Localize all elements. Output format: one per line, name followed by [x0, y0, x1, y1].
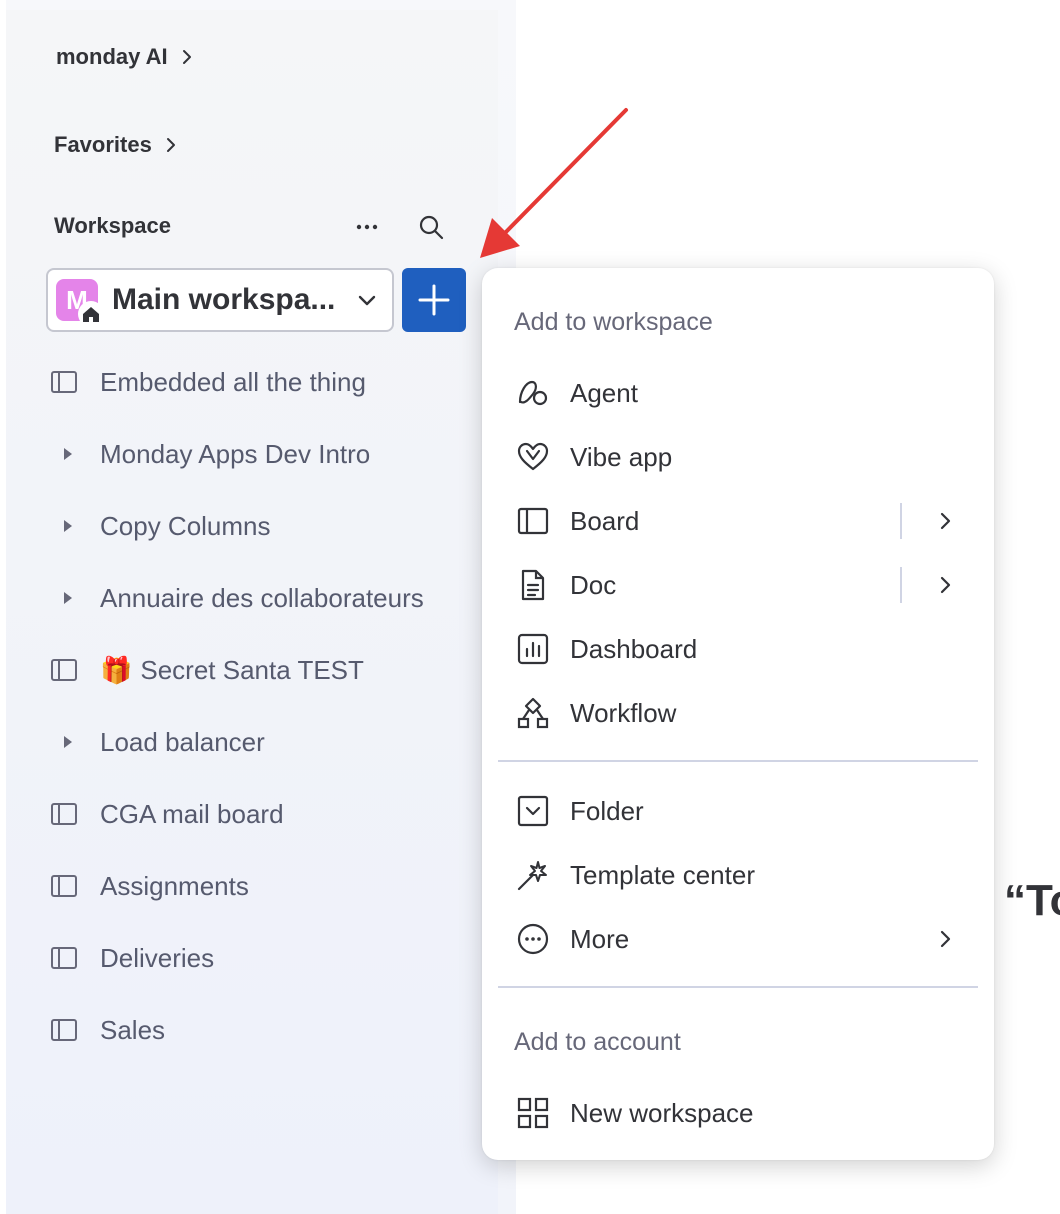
list-item[interactable]: Copy Columns [50, 490, 490, 562]
list-item-label: Monday Apps Dev Intro [100, 438, 371, 469]
add-to-workspace-menu: Add to workspace Agent Vibe app Board Do… [482, 268, 994, 1160]
chevron-right-icon[interactable] [930, 924, 960, 954]
gift-emoji: 🎁 [100, 654, 133, 685]
menu-item-label: New workspace [570, 1097, 754, 1128]
list-item-label: Annuaire des collaborateurs [100, 582, 424, 613]
workspace-actions [350, 210, 448, 244]
caret-right-icon[interactable] [50, 506, 100, 546]
menu-section-add-to-workspace: Add to workspace [514, 308, 713, 336]
home-icon [78, 301, 104, 327]
monday-ai-nav[interactable]: monday AI [56, 44, 196, 70]
list-item[interactable]: Embedded all the thing [50, 346, 490, 418]
chevron-right-icon[interactable] [930, 506, 960, 536]
menu-item-separator [900, 503, 902, 539]
list-item[interactable]: Sales [50, 994, 490, 1066]
menu-item-vibe-app[interactable]: Vibe app [502, 429, 974, 485]
background-heading-fragment: “To [1004, 876, 1060, 925]
chevron-right-icon[interactable] [930, 570, 960, 600]
more-options-icon[interactable] [350, 210, 384, 244]
list-item-label: Sales [100, 1014, 166, 1045]
workspace-item-list: Embedded all the thing Monday Apps Dev I… [50, 346, 490, 1066]
workflow-icon [516, 693, 556, 733]
caret-right-icon[interactable] [50, 722, 100, 762]
chevron-right-icon [182, 50, 191, 64]
menu-item-board[interactable]: Board [502, 493, 974, 549]
list-item-label: CGA mail board [100, 798, 284, 829]
list-item[interactable]: 🎁 Secret Santa TEST [50, 634, 490, 706]
workspace-avatar: M [56, 279, 104, 327]
folder-icon [516, 791, 556, 831]
menu-item-agent[interactable]: Agent [502, 365, 974, 421]
doc-icon [516, 565, 556, 605]
list-item[interactable]: Monday Apps Dev Intro [50, 418, 490, 490]
menu-section-add-to-account: Add to account [514, 1028, 681, 1056]
menu-item-label: Template center [570, 859, 755, 890]
menu-item-label: Vibe app [570, 441, 673, 472]
menu-divider [498, 760, 978, 762]
menu-item-label: Board [570, 505, 640, 536]
board-icon [50, 650, 100, 690]
agent-icon [516, 373, 556, 413]
board-icon [516, 501, 556, 541]
menu-item-workflow[interactable]: Workflow [502, 685, 974, 741]
chevron-right-icon [166, 138, 175, 152]
list-item[interactable]: Assignments [50, 850, 490, 922]
favorites-label: Favorites [54, 132, 152, 157]
list-item-label: Load balancer [100, 726, 265, 757]
menu-item-template-center[interactable]: Template center [502, 847, 974, 903]
list-item-label: Copy Columns [100, 510, 271, 541]
caret-right-icon[interactable] [50, 578, 100, 618]
menu-item-label: Dashboard [570, 633, 698, 664]
chevron-down-icon [352, 285, 382, 315]
magic-wand-icon [516, 855, 556, 895]
favorites-nav[interactable]: Favorites [54, 132, 180, 158]
search-icon[interactable] [414, 210, 448, 244]
monday-ai-label: monday AI [56, 44, 168, 69]
annotation-arrow-icon [480, 108, 628, 258]
workspace-name: Main workspa... [112, 283, 336, 316]
board-icon [50, 362, 100, 402]
board-icon [50, 1010, 100, 1050]
workspace-selector[interactable]: M Main workspa... [46, 268, 394, 332]
menu-item-more[interactable]: More [502, 911, 974, 967]
board-icon [50, 938, 100, 978]
menu-item-label: Folder [570, 795, 644, 826]
menu-divider [498, 986, 978, 988]
list-item[interactable]: CGA mail board [50, 778, 490, 850]
list-item-label: Deliveries [100, 942, 215, 973]
menu-item-separator [900, 567, 902, 603]
add-button[interactable] [402, 268, 466, 332]
vibe-heart-icon [516, 437, 556, 477]
list-item-label: Assignments [100, 870, 249, 901]
more-circle-icon [516, 919, 556, 959]
menu-item-dashboard[interactable]: Dashboard [502, 621, 974, 677]
menu-item-label: Workflow [570, 697, 677, 728]
menu-item-label: More [570, 923, 630, 954]
menu-item-label: Agent [570, 377, 638, 408]
list-item-label: Embedded all the thing [100, 366, 366, 397]
list-item[interactable]: Load balancer [50, 706, 490, 778]
menu-item-folder[interactable]: Folder [502, 783, 974, 839]
list-item[interactable]: Annuaire des collaborateurs [50, 562, 490, 634]
board-icon [50, 866, 100, 906]
list-item-label: Secret Santa TEST [140, 654, 364, 685]
caret-right-icon[interactable] [50, 434, 100, 474]
workspace-section-title: Workspace [54, 213, 171, 238]
list-item[interactable]: Deliveries [50, 922, 490, 994]
dashboard-icon [516, 629, 556, 669]
grid-icon [516, 1093, 556, 1133]
plus-icon [418, 284, 450, 316]
menu-item-label: Doc [570, 569, 617, 600]
board-icon [50, 794, 100, 834]
menu-item-new-workspace[interactable]: New workspace [502, 1085, 974, 1141]
menu-item-doc[interactable]: Doc [502, 557, 974, 613]
